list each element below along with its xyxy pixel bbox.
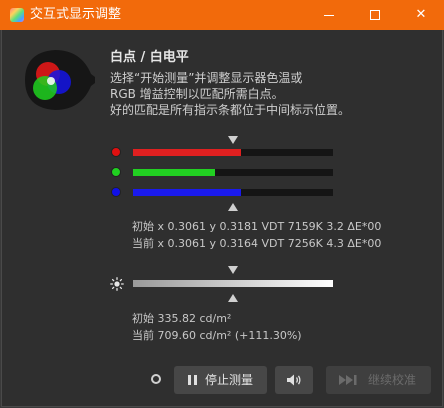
pause-icon xyxy=(188,375,198,385)
description-line-1: 选择“开始测量”并调整显示器色温或 xyxy=(110,71,303,85)
continue-calibration-button[interactable]: 继续校准 xyxy=(326,366,431,394)
whitepoint-initial: 初始 x 0.3061 y 0.3181 VDT 7159K 3.2 ΔE*00 xyxy=(132,220,382,233)
green-bar-fill xyxy=(133,169,215,176)
blue-bar-fill xyxy=(133,189,241,196)
title-bar: 交互式显示调整 ✕ xyxy=(0,0,444,30)
app-icon xyxy=(10,8,24,22)
luminance-bar xyxy=(133,280,333,287)
whitepoint-current: 当前 x 0.3061 y 0.3164 VDT 7256K 4.3 ΔE*00 xyxy=(132,237,382,250)
blue-bar xyxy=(133,189,333,196)
red-bar-fill xyxy=(133,149,241,156)
minimize-icon xyxy=(324,15,334,16)
luminance-bar-fill xyxy=(133,280,333,287)
sun-icon xyxy=(110,277,124,291)
stop-measurement-label: 停止测量 xyxy=(205,373,254,387)
blue-dot xyxy=(111,187,121,197)
green-dot xyxy=(111,167,121,177)
description-line-3: 好的匹配是所有指示条都位于中间标示位置。 xyxy=(110,103,351,117)
green-bar xyxy=(133,169,333,176)
target-marker-bottom xyxy=(228,203,238,211)
close-button[interactable]: ✕ xyxy=(398,0,444,30)
luminance-marker-bottom xyxy=(228,294,238,302)
section-title: 白点 / 白电平 xyxy=(110,50,189,65)
sound-toggle-button[interactable] xyxy=(275,366,313,394)
red-dot xyxy=(111,147,121,157)
skip-forward-icon xyxy=(339,375,357,385)
rgb-circles-icon xyxy=(25,50,95,110)
window-title: 交互式显示调整 xyxy=(30,7,122,22)
target-marker-top xyxy=(228,136,238,144)
maximize-icon xyxy=(370,10,380,20)
luminance-initial: 初始 335.82 cd/m² xyxy=(132,312,232,325)
speaker-icon xyxy=(287,374,301,386)
maximize-button[interactable] xyxy=(352,0,398,30)
continue-calibration-label: 继续校准 xyxy=(368,373,417,387)
stop-measurement-button[interactable]: 停止测量 xyxy=(174,366,267,394)
description-line-2: RGB 增益控制以匹配所需白点。 xyxy=(110,87,284,101)
red-bar xyxy=(133,149,333,156)
luminance-marker-top xyxy=(228,266,238,274)
minimize-button[interactable] xyxy=(306,0,352,30)
luminance-current: 当前 709.60 cd/m² (+111.30%) xyxy=(132,329,302,342)
close-icon: ✕ xyxy=(415,7,427,22)
status-ring-icon xyxy=(151,374,161,384)
